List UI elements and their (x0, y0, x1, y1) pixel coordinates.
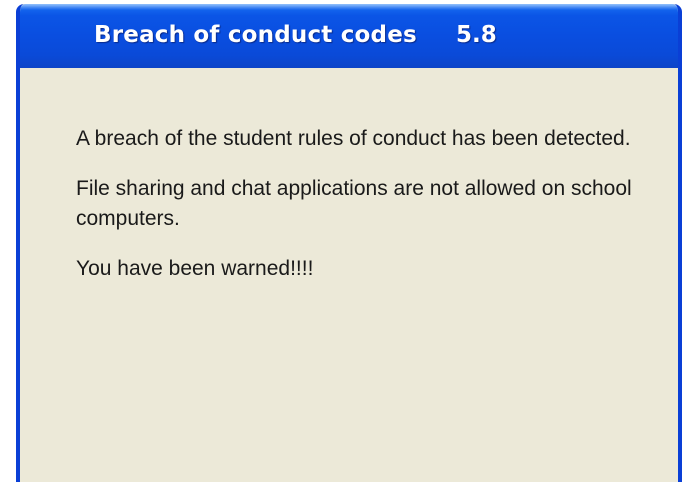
warning-message: A breach of the student rules of conduct… (76, 124, 656, 304)
message-paragraph-policy: File sharing and chat applications are n… (76, 177, 632, 230)
message-paragraph-breach: A breach of the student rules of conduct… (76, 127, 631, 150)
message-paragraph-warning: You have been warned!!!! (76, 257, 314, 280)
warning-dialog-window: Breach of conduct codes 5.8 A breach of … (16, 4, 682, 482)
dialog-body: A breach of the student rules of conduct… (20, 68, 678, 482)
title-bar[interactable]: Breach of conduct codes 5.8 (20, 4, 678, 68)
window-version: 5.8 (456, 22, 497, 48)
window-title: Breach of conduct codes (94, 22, 417, 48)
